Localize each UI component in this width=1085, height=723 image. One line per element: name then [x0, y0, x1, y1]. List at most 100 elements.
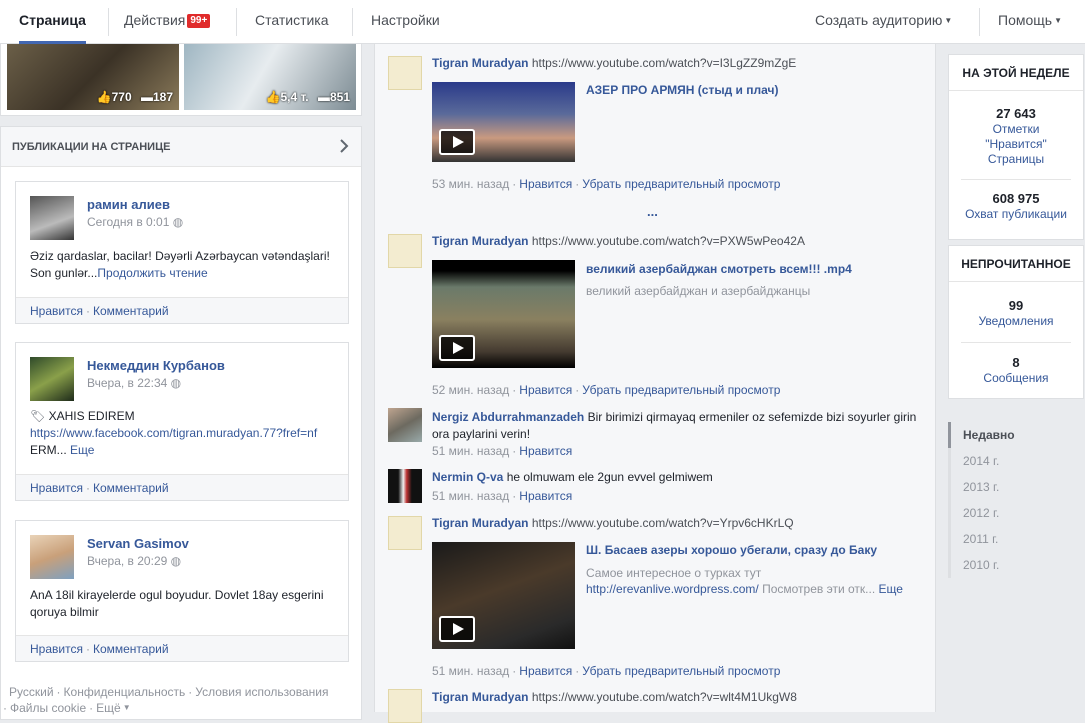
page-likes-stat[interactable]: 27 643 Отметки "Нравится" Страницы [949, 91, 1083, 179]
like-button[interactable]: Нравится [519, 444, 572, 458]
avatar[interactable] [388, 689, 422, 723]
like-button[interactable]: Нравится [519, 664, 572, 678]
comment-button[interactable]: Комментарий [93, 304, 169, 318]
video-thumbnail[interactable] [432, 260, 575, 368]
avatar[interactable] [30, 196, 74, 240]
like-button[interactable]: Нравится [519, 489, 572, 503]
page-likes-label: Отметки "Нравится" Страницы [985, 122, 1047, 166]
feed-author[interactable]: Tigran Muradyan [432, 690, 528, 704]
post-author[interactable]: рамин алиев [87, 197, 170, 212]
feed-url[interactable]: https://www.youtube.com/watch?v=PXW5wPeo… [532, 234, 805, 248]
create-audience-button[interactable]: Создать аудиторию ▼ [815, 0, 952, 44]
post-time[interactable]: Вчера, в 20:29 ◍ [87, 554, 181, 568]
like-button[interactable]: Нравится [30, 304, 83, 318]
video-title[interactable]: великий азербайджан смотреть всем!!! .mp… [586, 262, 852, 276]
like-button[interactable]: Нравится [30, 481, 83, 495]
help-button[interactable]: Помощь ▼ [998, 0, 1062, 44]
post-time-text: Сегодня в 0:01 [87, 215, 170, 229]
read-more-link[interactable]: Продолжить чтение [97, 266, 207, 280]
remove-preview-link[interactable]: Убрать предварительный просмотр [582, 177, 780, 191]
feed-url[interactable]: https://www.youtube.com/watch?v=I3LgZZ9m… [532, 56, 796, 70]
post-body: ERM... [30, 443, 67, 457]
divider [979, 8, 980, 36]
comment-author[interactable]: Nergiz Abdurrahmanzadeh [432, 410, 584, 424]
play-icon[interactable] [439, 616, 475, 642]
chevron-right-icon[interactable] [337, 139, 351, 153]
comment-meta: 51 мин. назад · Нравится [432, 489, 572, 503]
video-thumbnail[interactable] [432, 542, 575, 649]
avatar[interactable] [30, 357, 74, 401]
play-icon[interactable] [439, 129, 475, 155]
comment-meta: 51 мин. назад · Нравится [432, 444, 572, 458]
tab-page[interactable]: Страница [19, 0, 86, 44]
video-title[interactable]: Ш. Басаев азеры хорошо убегали, сразу до… [586, 543, 877, 557]
feed-url[interactable]: https://www.youtube.com/watch?v=wlt4M1Uk… [532, 690, 797, 704]
footer-link-privacy[interactable]: Конфиденциальность [64, 685, 186, 699]
caret-down-icon: ▼ [1054, 16, 1062, 25]
avatar[interactable] [30, 535, 74, 579]
comment-author[interactable]: Nermin Q-va [432, 470, 503, 484]
read-more-link[interactable]: Еще [67, 443, 94, 457]
video-title[interactable]: АЗЕР ПРО АРМЯН (стыд и плач) [586, 83, 778, 97]
avatar[interactable] [388, 516, 422, 550]
feed-author[interactable]: Tigran Muradyan [432, 234, 528, 248]
separator-dot: · [56, 685, 61, 699]
timeline-year-2011[interactable]: 2011 г. [948, 526, 1084, 552]
video-thumbnail[interactable] [432, 82, 575, 162]
photo-thumbnail[interactable]: 👍770 ▬187 [7, 44, 179, 110]
comment-button[interactable]: Комментарий [93, 481, 169, 495]
post-time[interactable]: Сегодня в 0:01 ◍ [87, 215, 183, 229]
feed-author[interactable]: Tigran Muradyan [432, 516, 528, 530]
notifications-stat[interactable]: 99 Уведомления [949, 282, 1083, 342]
tab-settings[interactable]: Настройки [371, 0, 440, 44]
like-button[interactable]: Нравится [519, 383, 572, 397]
post-time[interactable]: Вчера, в 22:34 ◍ [87, 376, 181, 390]
play-icon[interactable] [439, 335, 475, 361]
post-body-tagline: XAHIS EDIREM [48, 409, 135, 423]
page-posts-title: ПУБЛИКАЦИИ НА СТРАНИЦЕ [12, 141, 171, 153]
post-reach-stat[interactable]: 608 975 Охват публикации [949, 180, 1083, 222]
feed-url[interactable]: https://www.youtube.com/watch?v=Yrpv6cHK… [532, 516, 794, 530]
timeline-year-2014[interactable]: 2014 г. [948, 448, 1084, 474]
description-link[interactable]: http://erevanlive.wordpress.com/ [586, 582, 759, 596]
post-actions: Нравится · Комментарий [16, 297, 348, 323]
timeline-recent[interactable]: Недавно [948, 422, 1084, 448]
footer-link-more[interactable]: Ещё [96, 701, 121, 715]
messages-stat[interactable]: 8 Сообщения [949, 343, 1083, 386]
comment-time: 51 мин. назад [432, 444, 510, 458]
like-button[interactable]: Нравится [30, 642, 83, 656]
remove-preview-link[interactable]: Убрать предварительный просмотр [582, 383, 780, 397]
footer-link-cookies[interactable]: Файлы cookie [10, 701, 86, 715]
avatar[interactable] [388, 56, 422, 90]
avatar[interactable] [388, 469, 422, 503]
footer-link-terms[interactable]: Условия использования [195, 685, 328, 699]
show-more-ellipsis[interactable]: ... [647, 204, 658, 219]
avatar[interactable] [388, 234, 422, 268]
footer-links: Русский · Конфиденциальность · Условия испол… [3, 684, 361, 716]
separator-dot: · [512, 383, 517, 397]
photo-thumbnail[interactable]: 👍5,4 т. ▬851 [184, 44, 356, 110]
remove-preview-link[interactable]: Убрать предварительный просмотр [582, 664, 780, 678]
tab-activity[interactable]: Действия 99+ [124, 0, 211, 44]
separator-dot: · [512, 664, 517, 678]
divider [236, 8, 237, 36]
footer-link-language[interactable]: Русский [9, 685, 54, 699]
comment-time: 51 мин. назад [432, 489, 510, 503]
timeline-year-2012[interactable]: 2012 г. [948, 500, 1084, 526]
post-author[interactable]: Некмеддин Курбанов [87, 358, 225, 373]
feed-author[interactable]: Tigran Muradyan [432, 56, 528, 70]
separator-dot: · [85, 481, 90, 495]
page-posts-header[interactable]: ПУБЛИКАЦИИ НА СТРАНИЦЕ [1, 127, 361, 167]
avatar[interactable] [388, 408, 422, 442]
timeline-year-2013[interactable]: 2013 г. [948, 474, 1084, 500]
tab-insights[interactable]: Статистика [255, 0, 329, 44]
post-link[interactable]: https://www.facebook.com/tigran.muradyan… [30, 426, 317, 440]
like-button[interactable]: Нравится [519, 177, 572, 191]
page-likes-value: 27 643 [996, 106, 1036, 121]
timeline-year-2010[interactable]: 2010 г. [948, 552, 1084, 578]
comment-button[interactable]: Комментарий [93, 642, 169, 656]
post-author[interactable]: Servan Gasimov [87, 536, 189, 551]
video-description-text: Самое интересное о турках тут [586, 566, 762, 580]
messages-label: Сообщения [983, 371, 1049, 385]
read-more-link[interactable]: Еще [879, 582, 903, 596]
